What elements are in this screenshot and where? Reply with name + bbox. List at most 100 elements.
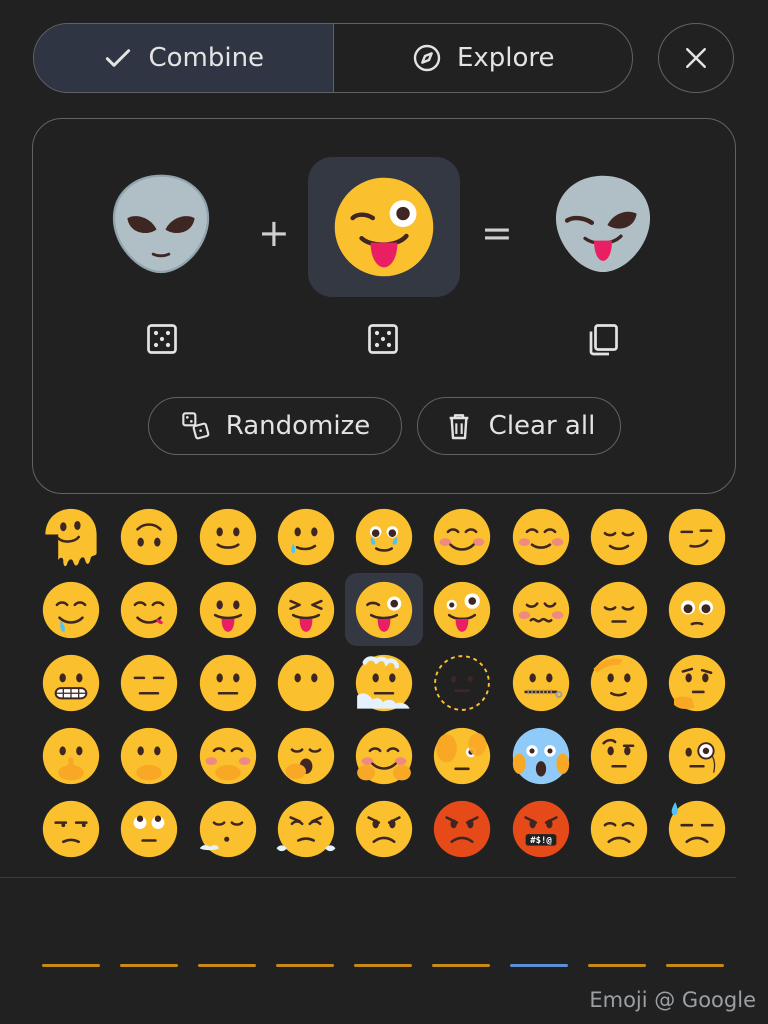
emoji-cell-pensive-face[interactable]	[580, 573, 658, 646]
next-row-peek	[354, 964, 412, 967]
zany-face-icon	[434, 581, 491, 638]
emoji-cell-face-with-tongue[interactable]	[189, 573, 267, 646]
face-with-monocle-icon	[668, 727, 726, 784]
compass-icon	[413, 44, 441, 72]
emoji-cell-neutral-face[interactable]	[189, 646, 267, 719]
emoji-cell-expressionless-face[interactable]	[110, 646, 188, 719]
next-row-peek	[120, 964, 178, 967]
result-emoji-slot[interactable]	[543, 155, 663, 295]
face-in-clouds-icon	[355, 654, 413, 711]
emoji-cell-saluting-face[interactable]	[580, 646, 658, 719]
face-without-mouth-icon	[277, 654, 334, 711]
face-with-raised-eyebrow-icon	[590, 727, 647, 784]
emoji-cell-face-with-hand-over-mouth[interactable]	[110, 719, 188, 792]
woozy-face-icon	[512, 581, 569, 638]
face-with-tongue-icon	[199, 581, 256, 638]
check-icon	[106, 49, 131, 67]
close-button[interactable]	[658, 23, 734, 93]
svg-text:#$!@: #$!@	[530, 836, 552, 846]
emoji-cell-dotted-line-face[interactable]	[423, 646, 501, 719]
emoji-cell-squinting-face-with-tongue[interactable]	[267, 573, 345, 646]
hugging-face-icon	[355, 727, 413, 784]
emoji-cell-grimacing-face[interactable]	[32, 646, 110, 719]
emoji-cell-relieved-face[interactable]	[580, 500, 658, 573]
downcast-face-with-sweat-icon	[668, 800, 726, 857]
divider	[0, 877, 736, 878]
face-savoring-food-icon	[121, 581, 178, 638]
emoji-cell-smiling-face[interactable]	[502, 500, 580, 573]
next-row-peek	[276, 964, 334, 967]
emoji-cell-unamused-face[interactable]	[32, 792, 110, 865]
winking-face-with-tongue-icon	[355, 581, 413, 638]
emoji-cell-smiling-face-with-hand-over-mouth[interactable]	[189, 719, 267, 792]
emoji-cell-hugging-face[interactable]	[345, 719, 423, 792]
emoji-cell-woozy-face[interactable]	[502, 573, 580, 646]
emoji-cell-disappointed-face[interactable]	[580, 792, 658, 865]
shuffle-dice-icon	[182, 412, 210, 440]
emoji-cell-upside-down-face[interactable]	[110, 500, 188, 573]
emoji-cell-face-exhaling[interactable]	[189, 792, 267, 865]
emoji-cell-face-screaming-in-fear[interactable]	[502, 719, 580, 792]
emoji-cell-smirking-face[interactable]	[658, 500, 736, 573]
emoji-cell-face-with-peeking-eye[interactable]	[423, 719, 501, 792]
clear-all-button[interactable]: Clear all	[417, 397, 621, 455]
emoji-cell-face-savoring-food[interactable]	[110, 573, 188, 646]
emoji-cell-face-with-monocle[interactable]	[658, 719, 736, 792]
squinting-face-with-tongue-icon	[277, 581, 334, 638]
emoji-cell-downcast-face-with-sweat[interactable]	[658, 792, 736, 865]
slightly-smiling-face-icon	[199, 508, 256, 565]
emoji-cell-face-with-raised-eyebrow[interactable]	[580, 719, 658, 792]
emoji-cell-smiling-face-with-tear[interactable]	[345, 500, 423, 573]
clear-all-label: Clear all	[488, 411, 596, 441]
dice-icon[interactable]	[365, 321, 401, 357]
emoji-cell-enraged-face[interactable]	[423, 792, 501, 865]
upside-down-face-icon	[121, 508, 178, 565]
emoji-cell-face-with-steam-from-nose[interactable]	[267, 792, 345, 865]
dice-icon[interactable]	[144, 321, 180, 357]
emoji-cell-pleading-face[interactable]	[658, 573, 736, 646]
emoji-cell-thinking-face[interactable]	[658, 646, 736, 719]
alien-icon	[112, 174, 210, 274]
emoji-cell-face-in-clouds[interactable]	[345, 646, 423, 719]
right-emoji-slot[interactable]	[308, 157, 460, 297]
face-with-symbols-on-mouth-icon: #$!@	[512, 800, 569, 857]
next-row-peek	[588, 964, 646, 967]
next-row-peek	[42, 964, 100, 967]
randomize-button[interactable]: Randomize	[148, 397, 402, 455]
disappointed-face-icon	[590, 800, 647, 857]
face-screaming-in-fear-icon	[512, 727, 569, 784]
face-exhaling-icon	[199, 800, 256, 857]
emoji-cell-melting-face[interactable]	[32, 500, 110, 573]
copy-icon[interactable]	[585, 321, 621, 357]
smiling-face-with-tear-icon	[355, 508, 413, 565]
grimacing-face-icon	[42, 654, 100, 711]
face-with-rolling-eyes-icon	[121, 800, 178, 857]
left-emoji-slot[interactable]	[101, 155, 221, 295]
emoji-cell-face-holding-back-tears[interactable]	[267, 500, 345, 573]
emoji-cell-slightly-smiling-face[interactable]	[189, 500, 267, 573]
face-with-hand-over-mouth-icon	[121, 727, 178, 784]
emoji-cell-face-with-rolling-eyes[interactable]	[110, 792, 188, 865]
tab-combine[interactable]: Combine	[34, 24, 333, 92]
next-row-peek	[432, 964, 490, 967]
emoji-cell-angry-face[interactable]	[345, 792, 423, 865]
emoji-cell-shushing-face[interactable]	[32, 719, 110, 792]
emoji-grid: #$!@	[32, 500, 736, 865]
saluting-face-icon	[590, 654, 647, 711]
emoji-cell-face-with-symbols-on-mouth[interactable]: #$!@	[502, 792, 580, 865]
emoji-cell-yawning-face[interactable]	[267, 719, 345, 792]
enraged-face-icon	[434, 800, 491, 857]
emoji-cell-face-without-mouth[interactable]	[267, 646, 345, 719]
yawning-face-icon	[277, 727, 334, 784]
emoji-cell-zipper-mouth-face[interactable]	[502, 646, 580, 719]
tab-explore-label: Explore	[456, 43, 555, 73]
emoji-cell-zany-face[interactable]	[423, 573, 501, 646]
emoji-cell-winking-face-with-tongue[interactable]	[345, 573, 423, 646]
face-with-peeking-eye-icon	[434, 727, 491, 784]
tab-explore[interactable]: Explore	[332, 24, 633, 92]
face-holding-back-tears-icon	[277, 508, 334, 565]
emoji-cell-drooling-face[interactable]	[32, 573, 110, 646]
emoji-cell-smiling-face-with-smiling-eyes[interactable]	[423, 500, 501, 573]
pleading-face-icon	[668, 581, 726, 638]
thinking-face-icon	[668, 654, 726, 711]
